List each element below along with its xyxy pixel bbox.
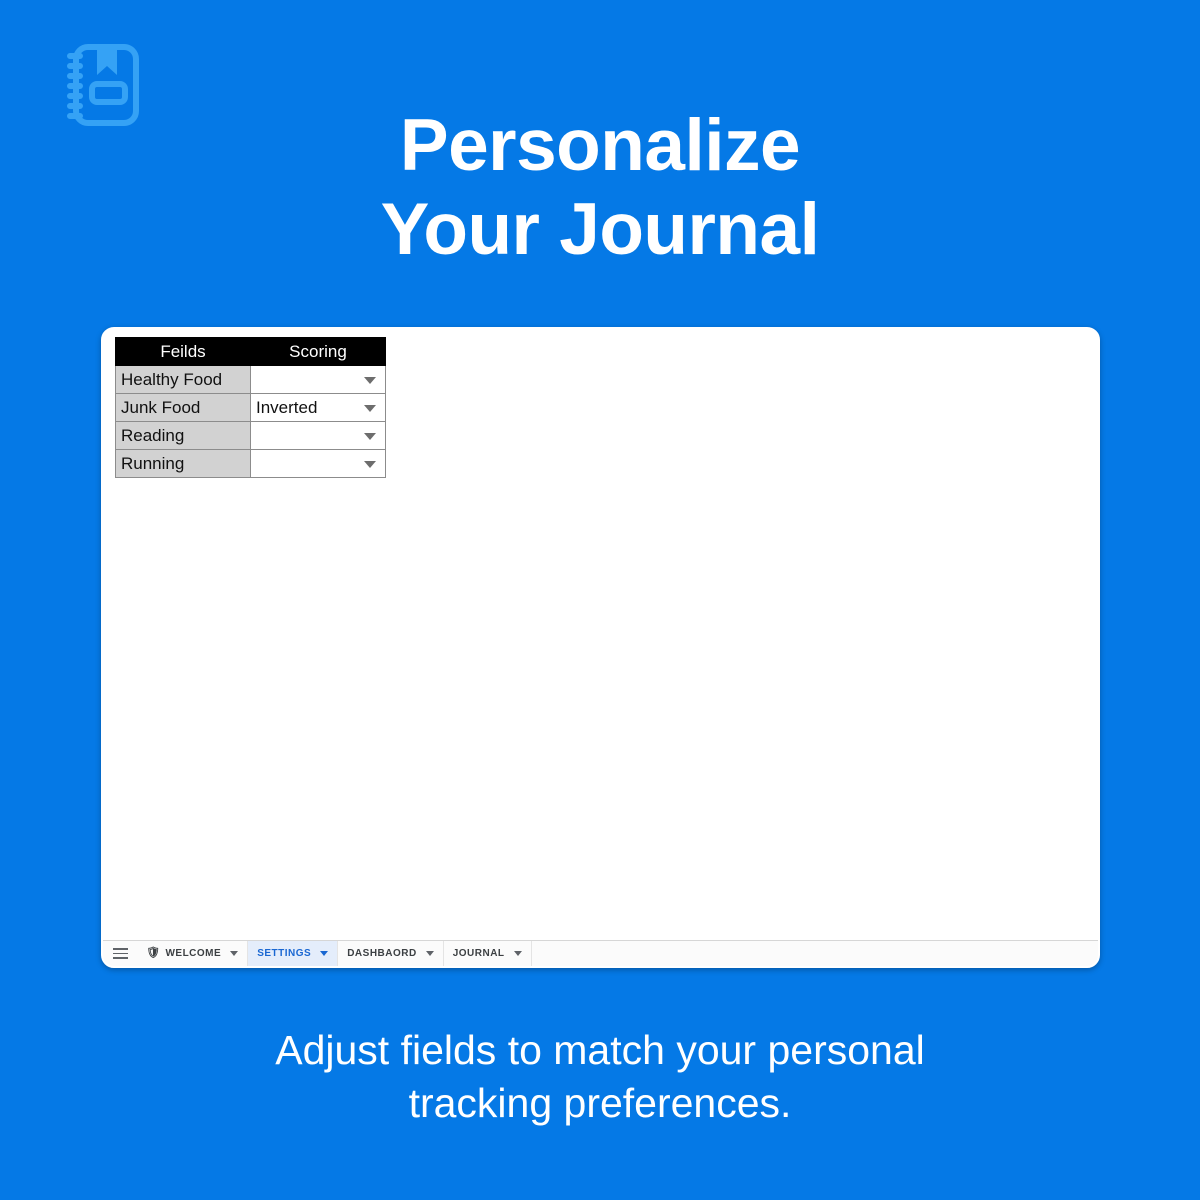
scoring-dropdown[interactable] bbox=[250, 449, 386, 478]
chevron-down-icon[interactable] bbox=[320, 951, 329, 956]
table-row: Reading bbox=[115, 421, 386, 450]
table-header-row: Feilds Scoring bbox=[115, 337, 386, 366]
chevron-down-icon[interactable] bbox=[364, 376, 376, 384]
chevron-down-icon[interactable] bbox=[364, 404, 376, 412]
chevron-down-icon[interactable] bbox=[364, 432, 376, 440]
sheet-tab-label: WELCOME bbox=[165, 948, 222, 959]
page-title: Personalize Your Journal bbox=[0, 104, 1200, 272]
sheet-tab-label: DASHBAORD bbox=[347, 948, 417, 959]
sheet-tab-bar: 🛡 WELCOME SETTINGS DASHBAORD JOURNAL bbox=[103, 940, 1098, 966]
chevron-down-icon[interactable] bbox=[364, 460, 376, 468]
scoring-dropdown[interactable] bbox=[250, 421, 386, 450]
field-name-cell[interactable]: Healthy Food bbox=[115, 365, 251, 394]
browser-window: Feilds Scoring Healthy Food Junk Food In… bbox=[101, 327, 1100, 968]
caption: Adjust fields to match your personal tra… bbox=[0, 1024, 1200, 1130]
column-header-scoring: Scoring bbox=[250, 337, 386, 366]
hamburger-line bbox=[112, 957, 128, 959]
chevron-down-icon[interactable] bbox=[425, 951, 434, 956]
caption-line-1: Adjust fields to match your personal bbox=[275, 1027, 925, 1073]
spreadsheet-viewport: Feilds Scoring Healthy Food Junk Food In… bbox=[103, 329, 1098, 940]
scoring-table: Feilds Scoring Healthy Food Junk Food In… bbox=[115, 337, 386, 478]
sheet-tab-label: JOURNAL bbox=[452, 948, 505, 959]
headline-line-2: Your Journal bbox=[380, 189, 820, 270]
table-row: Junk Food Inverted bbox=[115, 393, 386, 422]
sheet-tab-dashboard[interactable]: DASHBAORD bbox=[338, 941, 444, 966]
hamburger-line bbox=[112, 952, 128, 955]
column-header-fields: Feilds bbox=[115, 337, 251, 366]
hamburger-menu-icon[interactable] bbox=[103, 941, 137, 966]
chevron-down-icon[interactable] bbox=[230, 951, 239, 956]
table-row: Healthy Food bbox=[115, 365, 386, 394]
shield-icon: 🛡 bbox=[146, 947, 161, 959]
scoring-value: Inverted bbox=[256, 397, 318, 417]
caption-line-2: tracking preferences. bbox=[408, 1080, 792, 1126]
scoring-dropdown[interactable]: Inverted bbox=[250, 393, 386, 422]
sheet-tab-welcome[interactable]: 🛡 WELCOME bbox=[137, 941, 249, 966]
headline-line-1: Personalize bbox=[399, 105, 801, 186]
sheet-tab-label: SETTINGS bbox=[257, 948, 312, 959]
field-name-cell[interactable]: Junk Food bbox=[115, 393, 251, 422]
sheet-tab-journal[interactable]: JOURNAL bbox=[444, 941, 532, 966]
hamburger-line bbox=[112, 948, 128, 950]
field-name-cell[interactable]: Reading bbox=[115, 421, 251, 450]
sheet-tab-settings[interactable]: SETTINGS bbox=[248, 941, 339, 966]
scoring-dropdown[interactable] bbox=[250, 365, 386, 394]
table-row: Running bbox=[115, 449, 386, 478]
chevron-down-icon[interactable] bbox=[513, 951, 522, 956]
field-name-cell[interactable]: Running bbox=[115, 449, 251, 478]
